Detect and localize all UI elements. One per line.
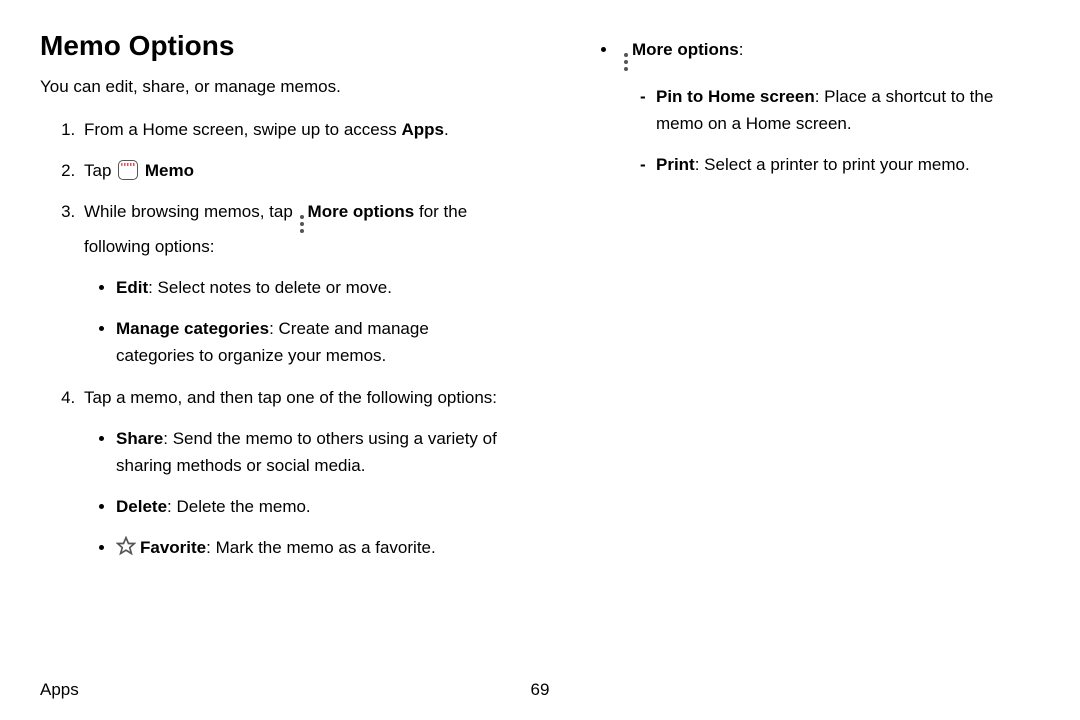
step-1-post: . [444,120,449,139]
more-options-icon [624,53,628,71]
intro-text: You can edit, share, or manage memos. [40,74,510,100]
right-print-bold: Print [656,155,695,174]
step-1: From a Home screen, swipe up to access A… [80,116,510,143]
page-title: Memo Options [40,30,510,62]
sub-favorite-desc: : Mark the memo as a favorite. [206,538,436,557]
right-pin: Pin to Home screen: Place a shortcut to … [640,83,1040,137]
step-3: While browsing memos, tap More options f… [80,198,510,370]
sub-share-bold: Share [116,429,163,448]
footer-page-number: 69 [531,680,550,700]
sub-edit: Edit: Select notes to delete or move. [116,274,510,301]
right-pin-bold: Pin to Home screen [656,87,815,106]
right-list: More options: Pin to Home screen: Place … [570,36,1040,179]
sub-delete-desc: : Delete the memo. [167,497,311,516]
step-3-pre: While browsing memos, tap [84,202,298,221]
sub-delete: Delete: Delete the memo. [116,493,510,520]
memo-icon [118,160,138,180]
step-4-text: Tap a memo, and then tap one of the foll… [84,388,497,407]
sub-manage-bold: Manage categories [116,319,269,338]
step-2: Tap Memo [80,157,510,184]
right-print-desc: : Select a printer to print your memo. [695,155,970,174]
sub-favorite-bold: Favorite [140,538,206,557]
sub-delete-bold: Delete [116,497,167,516]
page-footer: Apps 69 [40,680,1040,700]
right-dash-list: Pin to Home screen: Place a shortcut to … [622,83,1040,179]
right-print: Print: Select a printer to print your me… [640,151,1040,178]
sub-edit-bold: Edit [116,278,148,297]
more-options-icon [300,215,304,233]
right-more-options: More options: Pin to Home screen: Place … [618,36,1040,179]
sub-share: Share: Send the memo to others using a v… [116,425,510,479]
sub-favorite: Favorite: Mark the memo as a favorite. [116,534,510,564]
steps-list: From a Home screen, swipe up to access A… [40,116,510,565]
sub-manage: Manage categories: Create and manage cat… [116,315,510,369]
step-4-sublist: Share: Send the memo to others using a v… [84,425,510,565]
step-2-pre: Tap [84,161,116,180]
step-4: Tap a memo, and then tap one of the foll… [80,384,510,565]
sub-edit-desc: : Select notes to delete or move. [148,278,392,297]
sub-share-desc: : Send the memo to others using a variet… [116,429,497,475]
step-3-sublist: Edit: Select notes to delete or move. Ma… [84,274,510,370]
step-1-bold: Apps [401,120,444,139]
star-icon [116,536,136,564]
footer-section: Apps [40,680,79,700]
right-more-bold: More options [632,40,739,59]
step-1-pre: From a Home screen, swipe up to access [84,120,401,139]
step-3-bold: More options [308,202,415,221]
right-more-post: : [739,40,744,59]
step-2-bold: Memo [145,161,194,180]
